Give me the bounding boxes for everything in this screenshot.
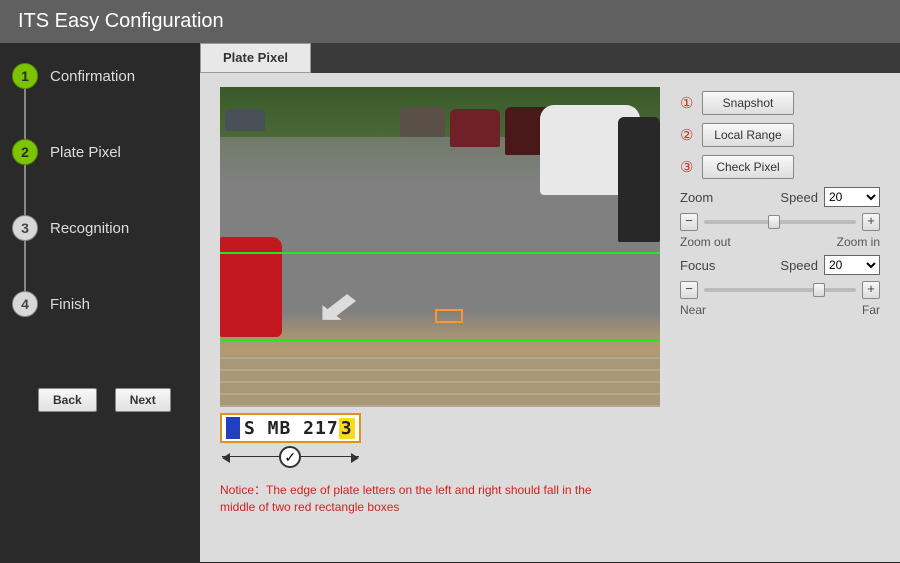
plate-sample: S MB 2173 ✓ xyxy=(220,413,361,472)
back-button[interactable]: Back xyxy=(38,388,97,412)
page-title: ITS Easy Configuration xyxy=(18,10,224,32)
plate-text: S MB 217 xyxy=(244,418,339,439)
step-finish[interactable]: 4 Finish xyxy=(12,291,188,317)
step-label: Confirmation xyxy=(50,68,135,85)
zoom-slider[interactable] xyxy=(704,220,856,224)
step-number: 4 xyxy=(12,291,38,317)
focus-group: Focus Speed 20 − + Near xyxy=(680,255,880,317)
zoom-left-label: Zoom out xyxy=(680,235,731,249)
local-range-button[interactable]: Local Range xyxy=(702,123,794,147)
step-indicator-3: ③ xyxy=(680,158,702,176)
step-label: Plate Pixel xyxy=(50,144,121,161)
focus-near-button[interactable]: − xyxy=(680,281,698,299)
notice-text: Notice：The edge of plate letters on the … xyxy=(220,482,620,516)
tab-plate-pixel[interactable]: Plate Pixel xyxy=(200,43,311,73)
step-confirmation[interactable]: 1 Confirmation xyxy=(12,63,188,89)
next-button[interactable]: Next xyxy=(115,388,171,412)
focus-speed-select[interactable]: 20 xyxy=(824,255,880,275)
zoom-label: Zoom xyxy=(680,190,713,205)
step-indicator-1: ① xyxy=(680,94,702,112)
focus-right-label: Far xyxy=(862,303,880,317)
focus-far-button[interactable]: + xyxy=(862,281,880,299)
step-number: 3 xyxy=(12,215,38,241)
step-number: 2 xyxy=(12,139,38,165)
road-arrow-icon: ⬋ xyxy=(315,282,361,331)
wizard-steps: 1 Confirmation 2 Plate Pixel 3 Recogniti… xyxy=(12,63,188,317)
step-label: Finish xyxy=(50,296,90,313)
zoom-speed-select[interactable]: 20 xyxy=(824,187,880,207)
zoom-out-button[interactable]: − xyxy=(680,213,698,231)
tab-bar: Plate Pixel xyxy=(200,43,900,73)
zoom-in-button[interactable]: + xyxy=(862,213,880,231)
zoom-group: Zoom Speed 20 − + Zoom ou xyxy=(680,187,880,249)
check-pixel-button[interactable]: Check Pixel xyxy=(702,155,794,179)
content-area: Plate Pixel ⬋ S MB 217 xyxy=(200,43,900,562)
focus-slider-thumb[interactable] xyxy=(813,283,825,297)
page-header: ITS Easy Configuration xyxy=(0,0,900,43)
zoom-speed-label: Speed xyxy=(780,190,818,205)
detection-line-top xyxy=(220,252,660,254)
controls-panel: ① Snapshot ② Local Range ③ Check Pixel Z… xyxy=(680,87,880,516)
zoom-right-label: Zoom in xyxy=(837,235,880,249)
eu-badge-icon xyxy=(226,417,240,439)
camera-preview[interactable]: ⬋ xyxy=(220,87,660,407)
focus-slider[interactable] xyxy=(704,288,856,292)
detection-line-bottom xyxy=(220,339,660,341)
focus-left-label: Near xyxy=(680,303,706,317)
step-plate-pixel[interactable]: 2 Plate Pixel xyxy=(12,139,188,165)
check-icon: ✓ xyxy=(279,446,301,468)
step-label: Recognition xyxy=(50,220,129,237)
snapshot-button[interactable]: Snapshot xyxy=(702,91,794,115)
step-indicator-2: ② xyxy=(680,126,702,144)
step-number: 1 xyxy=(12,63,38,89)
step-recognition[interactable]: 3 Recognition xyxy=(12,215,188,241)
focus-speed-label: Speed xyxy=(780,258,818,273)
plate-last-char: 3 xyxy=(339,418,355,439)
plate-target-box[interactable] xyxy=(435,309,463,323)
zoom-slider-thumb[interactable] xyxy=(768,215,780,229)
focus-label: Focus xyxy=(680,258,715,273)
sidebar: 1 Confirmation 2 Plate Pixel 3 Recogniti… xyxy=(0,43,200,562)
